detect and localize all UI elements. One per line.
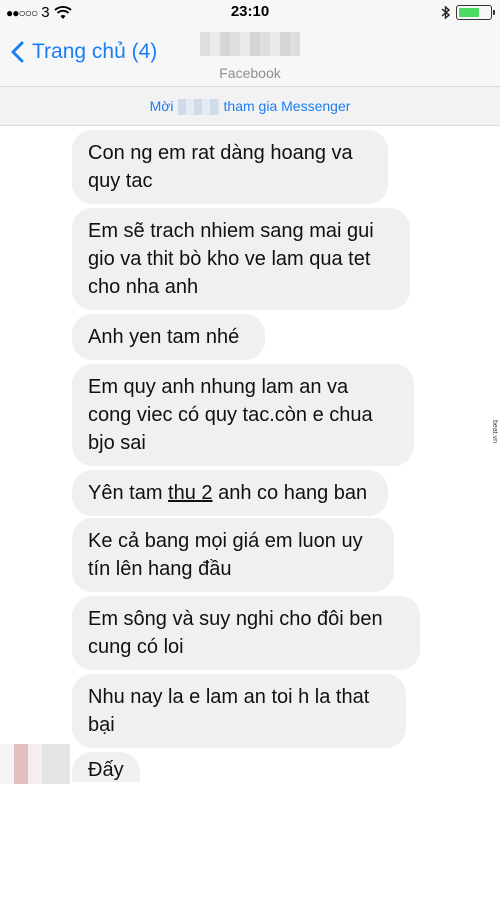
bluetooth-icon: [441, 5, 450, 20]
message-bubble[interactable]: Con ng em rat dàng hoang va quy tac: [72, 130, 388, 204]
navigation-bar: Trang chủ (4) Facebook: [0, 28, 500, 86]
battery-icon: [456, 5, 495, 20]
message-line: Em sông và suy nghi cho đôi ben: [88, 608, 383, 630]
conversation-subtitle: Facebook: [219, 65, 281, 81]
message-line: Em sẽ trach nhiem sang mai gui: [88, 220, 374, 242]
message-line: Anh yen tam nhé: [88, 326, 240, 348]
status-time: 23:10: [230, 3, 270, 20]
status-right: [441, 5, 495, 20]
message-bubble[interactable]: Đấy: [72, 752, 140, 782]
message-line: gio va thit bò kho ve lam qua tet: [88, 248, 371, 270]
message-line: Đấy: [88, 759, 124, 781]
battery-level: [459, 8, 480, 17]
message-line: Nhu nay la e lam an toi h la that: [88, 686, 370, 708]
message-line: cho nha anh: [88, 276, 199, 298]
message-line: Yên tam thu 2 anh co hang ban: [88, 479, 372, 507]
chevron-left-icon: [11, 41, 24, 63]
message-line: quy tac: [88, 170, 153, 192]
message-line: bại: [88, 714, 115, 736]
invite-banner[interactable]: Mời tham gia Messenger: [0, 86, 500, 126]
watermark: beat.vn: [491, 420, 498, 443]
message-line: Em quy anh nhung lam an va: [88, 376, 349, 398]
message-bubble[interactable]: Em quy anh nhung lam an va cong viec có …: [72, 364, 414, 466]
message-bubble[interactable]: Nhu nay la e lam an toi h la that bại: [72, 674, 406, 748]
message-line: cung có loi: [88, 636, 184, 658]
message-bubble[interactable]: Anh yen tam nhé: [72, 314, 265, 360]
message-bubble[interactable]: Yên tam thu 2 anh co hang ban: [72, 470, 388, 516]
blurred-contact-name: [200, 32, 300, 56]
message-line: Con ng em rat dàng hoang va: [88, 142, 353, 164]
invite-suffix: tham gia Messenger: [223, 98, 351, 114]
blurred-invite-name: [177, 99, 220, 116]
message-bubble[interactable]: Em sông và suy nghi cho đôi ben cung có …: [72, 596, 420, 670]
message-line: bjo sai: [88, 432, 146, 454]
avatar[interactable]: [0, 744, 70, 784]
message-line: cong viec có quy tac.còn e chua: [88, 404, 373, 426]
back-button[interactable]: Trang chủ (4): [10, 40, 157, 64]
message-underlined-text: thu 2: [168, 482, 213, 504]
message-text: anh co hang ban: [212, 482, 368, 504]
status-bar: ●●○○○ 3 23:10: [0, 0, 500, 28]
back-label: Trang chủ (4): [32, 40, 158, 63]
message-line: Ke cả bang mọi giá em luon uy: [88, 530, 363, 552]
message-text: Yên tam: [88, 482, 169, 504]
invite-prefix: Mời: [149, 98, 174, 114]
message-bubble[interactable]: Ke cả bang mọi giá em luon uy tín lên ha…: [72, 518, 394, 592]
conversation-title[interactable]: Facebook: [190, 32, 310, 81]
message-bubble[interactable]: Em sẽ trach nhiem sang mai gui gio va th…: [72, 208, 410, 310]
message-line: tín lên hang đầu: [88, 558, 232, 580]
